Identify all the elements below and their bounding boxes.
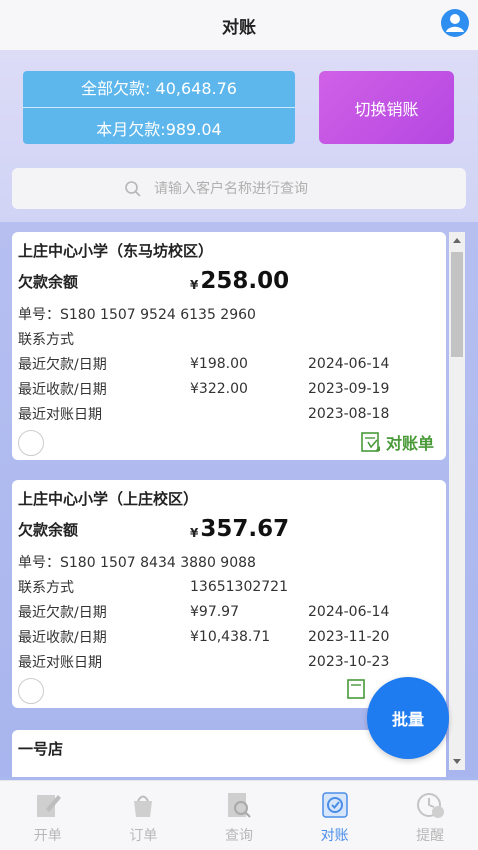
- customer-card[interactable]: 上庄中心小学（上庄校区） 欠款余额 ¥ 357.67 单号：S180 1507 …: [12, 480, 446, 708]
- last-recon-label: 最近对账日期: [18, 406, 102, 423]
- scroll-thumb[interactable]: [451, 252, 463, 357]
- contact-label: 联系方式: [18, 331, 74, 348]
- summary-divider: [23, 107, 295, 108]
- page-title: 对账: [222, 17, 256, 38]
- last-debt-row: 最近欠款/日期 ¥198.00 2024-06-14: [18, 351, 438, 376]
- currency-symbol: ¥: [190, 278, 199, 292]
- last-recon-row: 最近对账日期 2023-10-23: [18, 649, 438, 674]
- customer-name: 上庄中心小学（东马坊校区）: [18, 242, 214, 260]
- balance-amount: 258.00: [200, 268, 290, 294]
- scroll-down-arrow[interactable]: [453, 759, 461, 764]
- last-debt-amount: ¥97.97: [190, 603, 239, 620]
- list-scrollbar[interactable]: [449, 232, 465, 770]
- last-debt-amount: ¥198.00: [190, 355, 248, 372]
- last-debt-row: 最近欠款/日期 ¥97.97 2024-06-14: [18, 599, 438, 624]
- switch-writeoff-button[interactable]: 切换销账: [319, 71, 454, 144]
- last-debt-label: 最近欠款/日期: [18, 604, 107, 621]
- debt-summary-panel: 全部欠款: 40,648.76 本月欠款:989.04: [23, 71, 295, 144]
- contact-row: 联系方式: [18, 326, 438, 351]
- order-number: 单号：S180 1507 8434 3880 9088: [18, 554, 256, 571]
- order-no-row: 单号：S180 1507 8434 3880 9088: [18, 549, 438, 574]
- contact-label: 联系方式: [18, 579, 74, 596]
- tab-label: 订单: [129, 828, 158, 844]
- last-receipt-row: 最近收款/日期 ¥322.00 2023-09-19: [18, 376, 438, 401]
- last-recon-date: 2023-10-23: [308, 653, 390, 670]
- last-receipt-row: 最近收款/日期 ¥10,438.71 2023-11-20: [18, 624, 438, 649]
- order-pen-icon: [36, 795, 61, 817]
- tab-label: 提醒: [416, 828, 445, 844]
- tab-orders[interactable]: 订单: [108, 781, 178, 845]
- currency-symbol: ¥: [190, 526, 199, 540]
- tab-label: 查询: [224, 828, 253, 844]
- statement-icon: [347, 679, 365, 699]
- last-receipt-amount: ¥10,438.71: [190, 628, 271, 645]
- statement-icon: [361, 432, 380, 452]
- contact-row: 联系方式 13651302721: [18, 574, 438, 599]
- month-debt-text: 本月欠款:989.04: [96, 120, 222, 139]
- balance-amount: 357.67: [200, 516, 290, 542]
- last-debt-label: 最近欠款/日期: [18, 356, 107, 373]
- last-receipt-date: 2023-09-19: [308, 380, 390, 397]
- customer-search-input[interactable]: [154, 180, 354, 197]
- last-recon-row: 最近对账日期 2023-08-18: [18, 401, 438, 426]
- user-avatar-icon[interactable]: [440, 8, 470, 38]
- bag-icon: [134, 795, 153, 817]
- reconcile-statement-label: 对账单: [385, 434, 434, 453]
- last-receipt-amount: ¥322.00: [190, 380, 248, 397]
- last-receipt-label: 最近收款/日期: [18, 629, 107, 646]
- total-debt-text: 全部欠款: 40,648.76: [81, 79, 237, 98]
- reconcile-statement-link[interactable]: 对账单: [360, 430, 434, 454]
- tab-label: 开单: [33, 828, 62, 844]
- tab-create-order[interactable]: 开单: [13, 781, 83, 845]
- last-recon-label: 最近对账日期: [18, 654, 102, 671]
- customer-card[interactable]: 上庄中心小学（东马坊校区） 欠款余额 ¥ 258.00 单号：S180 1507…: [12, 232, 446, 460]
- reconcile-statement-link[interactable]: [346, 678, 368, 700]
- balance-label: 欠款余额: [18, 272, 79, 291]
- top-header: 对账: [0, 0, 478, 50]
- tab-query[interactable]: 查询: [204, 781, 274, 845]
- batch-button[interactable]: 批量: [367, 677, 449, 759]
- tab-label: 对账: [320, 828, 349, 844]
- reconcile-icon: [321, 792, 348, 818]
- clock-dollar-icon: [417, 793, 445, 818]
- balance-row: 欠款余额 ¥ 258.00: [18, 261, 438, 301]
- order-number: 单号：S180 1507 9524 6135 2960: [18, 306, 256, 323]
- scroll-up-arrow[interactable]: [453, 238, 461, 243]
- tab-reminder[interactable]: 提醒: [395, 781, 465, 845]
- bottom-tab-bar: 开单 订单 查询 对账 提醒: [0, 780, 478, 850]
- last-debt-date: 2024-06-14: [308, 355, 390, 372]
- search-icon: [125, 180, 141, 197]
- last-receipt-label: 最近收款/日期: [18, 381, 107, 398]
- customer-name: 上庄中心小学（上庄校区）: [18, 490, 199, 508]
- balance-label: 欠款余额: [18, 520, 79, 539]
- last-recon-date: 2023-08-18: [308, 405, 390, 422]
- last-receipt-date: 2023-11-20: [308, 628, 390, 645]
- tab-reconcile[interactable]: 对账: [300, 781, 370, 845]
- search-bar[interactable]: [12, 168, 466, 209]
- select-radio[interactable]: [18, 678, 44, 704]
- contact-value[interactable]: 13651302721: [190, 579, 438, 595]
- select-radio[interactable]: [18, 430, 44, 456]
- card-footer: 对账单: [18, 426, 438, 460]
- last-debt-date: 2024-06-14: [308, 603, 390, 620]
- balance-row: 欠款余额 ¥ 357.67: [18, 509, 438, 549]
- search-doc-icon: [227, 793, 251, 818]
- order-no-row: 单号：S180 1507 9524 6135 2960: [18, 301, 438, 326]
